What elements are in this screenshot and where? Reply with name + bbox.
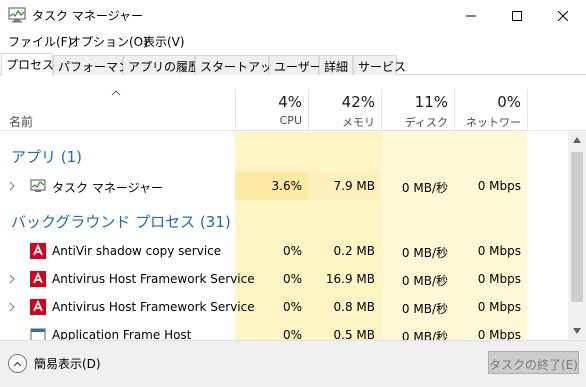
tab-startup[interactable]: スタートアップ [195,55,284,75]
memory-total-percent[interactable]: 42% [311,93,375,111]
process-network: 0 Mbps [477,179,521,193]
fewer-details-button[interactable]: 簡易表示(D) [8,354,101,373]
process-memory: 0.5 MB [333,328,375,340]
process-disk: 0 MB/秒 [401,302,448,316]
process-network: 0 Mbps [477,300,521,314]
column-header: 名前 4% CPU 42% メモリ 11% ディスク 0% ネットワーク [0,89,586,145]
process-name: AntiVir shadow copy service [52,244,222,258]
tab-services[interactable]: サービス [353,55,406,75]
process-cpu: 0% [282,328,302,340]
tab-performance[interactable]: パフォーマンス [53,55,142,75]
expand-chevron-icon[interactable] [9,302,15,312]
process-memory: 0.8 MB [333,300,375,314]
menu-view[interactable]: 表示(V) [143,33,185,50]
process-disk: 0 MB/秒 [401,181,448,195]
group-header-background[interactable]: バックグラウンド プロセス (31) [11,211,231,232]
tab-processes[interactable]: プロセス [1,53,54,76]
column-disk[interactable]: ディスク [384,114,448,130]
process-name: タスク マネージャー [52,181,163,195]
process-network: 0 Mbps [477,272,521,286]
end-task-button[interactable]: タスクの終了(E) [488,351,579,374]
avira-icon [30,243,46,259]
column-divider [527,89,528,131]
process-list: アプリ (1) タスク マネージャー 3.6% 7.9 MB 0 MB/秒 0 … [0,132,568,340]
process-memory: 16.9 MB [325,272,375,286]
process-network: 0 Mbps [477,328,521,340]
maximize-button[interactable] [494,0,540,31]
expand-chevron-icon[interactable] [9,274,15,284]
menu-options[interactable]: オプション(O) [69,33,148,50]
process-memory: 7.9 MB [333,179,375,193]
process-memory: 0.2 MB [333,244,375,258]
cpu-total-percent[interactable]: 4% [238,93,302,111]
process-row[interactable]: Antivirus Host Framework Service 0% 16.9… [0,265,568,293]
window-title: タスク マネージャー [32,9,143,23]
process-cpu: 3.6% [271,179,303,193]
process-row[interactable]: Antivirus Host Framework Service 0% 0.8 … [0,293,568,321]
process-row[interactable]: AntiVir shadow copy service 0% 0.2 MB 0 … [0,237,568,265]
chevron-up-circle-icon [8,354,27,373]
footer-bar: 簡易表示(D) タスクの終了(E) [0,340,586,387]
column-divider [235,89,236,131]
minimize-button[interactable] [448,0,494,31]
expand-chevron-icon[interactable] [9,181,15,191]
avira-icon [30,271,46,287]
column-memory[interactable]: メモリ [311,114,375,130]
scroll-up-icon[interactable] [573,137,581,143]
app-frame-icon [30,328,46,340]
tab-details[interactable]: 詳細 [319,55,353,75]
column-cpu[interactable]: CPU [238,114,302,127]
avira-icon [30,299,46,315]
menu-file[interactable]: ファイル(F) [8,33,72,50]
network-total-percent[interactable]: 0% [457,93,521,111]
scrollbar-thumb[interactable] [571,152,583,302]
title-bar: タスク マネージャー [0,0,586,31]
maximize-icon [512,10,522,21]
menu-bar: ファイル(F) オプション(O) 表示(V) [0,31,586,51]
process-network: 0 Mbps [477,244,521,258]
tab-app-history[interactable]: アプリの履歴 [123,55,200,75]
sort-ascending-icon[interactable] [111,89,121,97]
vertical-scrollbar[interactable] [568,132,586,340]
close-icon [558,10,568,21]
column-name[interactable]: 名前 [9,113,33,130]
task-manager-icon [8,7,26,23]
scroll-down-icon[interactable] [573,328,581,334]
disk-total-percent[interactable]: 11% [384,93,448,111]
process-name: Antivirus Host Framework Service [52,272,255,286]
column-divider [454,89,455,131]
process-name: Application Frame Host [52,328,192,340]
process-row[interactable]: タスク マネージャー 3.6% 7.9 MB 0 MB/秒 0 Mbps [0,172,568,200]
task-manager-icon [30,179,46,192]
process-name: Antivirus Host Framework Service [52,300,255,314]
process-disk: 0 MB/秒 [401,246,448,260]
process-disk: 0 MB/秒 [401,330,448,340]
close-button[interactable] [540,0,586,31]
group-header-apps[interactable]: アプリ (1) [11,146,82,167]
tab-bar: プロセス パフォーマンス アプリの履歴 スタートアップ ユーザー 詳細 サービス [0,53,586,76]
tab-users[interactable]: ユーザー [269,55,322,75]
process-cpu: 0% [282,244,302,258]
column-divider [308,89,309,131]
process-disk: 0 MB/秒 [401,274,448,288]
process-row[interactable]: Application Frame Host 0% 0.5 MB 0 MB/秒 … [0,321,568,340]
process-cpu: 0% [282,300,302,314]
minimize-icon [466,15,476,16]
column-divider [381,89,382,131]
process-cpu: 0% [282,272,302,286]
fewer-details-label: 簡易表示(D) [34,357,101,371]
